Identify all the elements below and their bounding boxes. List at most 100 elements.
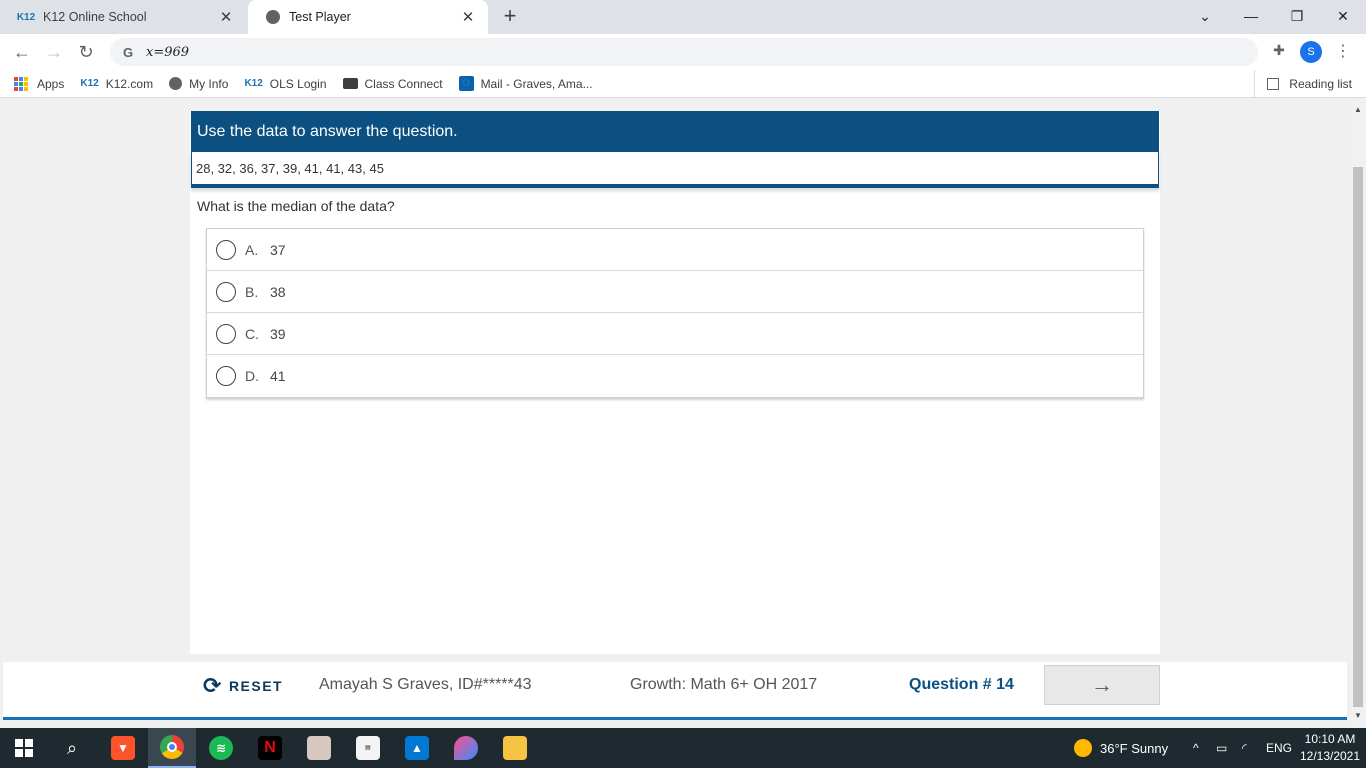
folder-icon	[503, 736, 527, 760]
reload-icon[interactable]: ↻	[74, 40, 98, 64]
bookmark-label: Mail - Graves, Ama...	[480, 76, 593, 91]
reading-list-label: Reading list	[1289, 77, 1352, 91]
choice-d[interactable]: D. 41	[207, 355, 1143, 397]
search-button[interactable]: ⌕	[48, 728, 96, 768]
reset-refresh-icon: ⟳	[203, 673, 223, 698]
taskbar-netflix[interactable]: N	[246, 728, 294, 768]
minimize-button[interactable]: —	[1228, 0, 1274, 32]
tab-search-chevron-icon[interactable]: ⌄	[1182, 0, 1228, 32]
back-arrow-icon[interactable]: ←	[10, 40, 34, 64]
language-indicator[interactable]: ENG	[1266, 728, 1292, 768]
tab-title: K12 Online School	[43, 10, 147, 24]
google-icon: G	[122, 44, 134, 60]
weather-widget[interactable]: 36°F Sunny	[1074, 728, 1168, 768]
start-button[interactable]	[0, 728, 48, 768]
bookmark-class-connect[interactable]: Class Connect	[342, 76, 443, 91]
choice-value: 39	[270, 325, 286, 342]
restore-button[interactable]: ❐	[1274, 0, 1320, 32]
arrow-right-icon: →	[1091, 672, 1113, 697]
tab-close-icon[interactable]: ✕	[218, 8, 234, 26]
tab-test-player[interactable]: Test Player ✕	[248, 0, 488, 34]
choice-letter: D.	[245, 368, 259, 384]
scroll-up-arrow-icon[interactable]: ▲	[1350, 105, 1366, 114]
chrome-icon	[160, 735, 184, 759]
kebab-menu-icon[interactable]: ⋮	[1335, 41, 1351, 63]
search-icon: ⌕	[66, 737, 78, 758]
choice-letter: C.	[245, 325, 259, 342]
choice-value: 41	[270, 368, 286, 384]
reading-list-button[interactable]: Reading list	[1254, 70, 1352, 98]
bookmark-label: OLS Login	[269, 76, 327, 91]
choice-b[interactable]: B. 38	[207, 271, 1143, 313]
radio-button[interactable]	[216, 323, 236, 344]
stimulus-header: Use the data to answer the question.	[191, 111, 1159, 152]
scroll-down-arrow-icon[interactable]: ▼	[1350, 711, 1366, 720]
bookmark-mail[interactable]: O Mail - Graves, Ama...	[458, 76, 593, 91]
bookmark-ols-login[interactable]: K12 OLS Login	[244, 77, 326, 91]
reading-list-icon	[1267, 78, 1280, 90]
radio-button[interactable]	[216, 239, 236, 260]
next-question-button[interactable]: →	[1044, 665, 1160, 705]
taskbar-paint[interactable]	[442, 728, 490, 768]
anime-avatar-icon	[307, 736, 331, 760]
address-bar[interactable]: G x=969	[110, 38, 1258, 66]
choice-a[interactable]: A. 37	[207, 229, 1143, 271]
new-tab-button[interactable]: +	[498, 5, 522, 29]
choice-value: 38	[270, 283, 286, 300]
taskbar-brave[interactable]: ▼	[99, 728, 147, 768]
system-clock[interactable]: 10:10 AM 12/13/2021	[1298, 731, 1362, 765]
photos-icon: ▲	[405, 736, 429, 760]
choice-letter: B.	[245, 283, 259, 300]
bookmark-my-info[interactable]: My Info	[169, 77, 228, 91]
page-scrollbar[interactable]: ▲ ▼	[1350, 99, 1366, 729]
scrollbar-thumb[interactable]	[1353, 167, 1363, 707]
tab-title: Test Player	[289, 10, 351, 24]
taskbar-chrome[interactable]	[148, 728, 196, 768]
taskbar-spotify[interactable]: ≋	[197, 728, 245, 768]
test-name: Growth: Math 6+ OH 2017	[630, 676, 818, 693]
globe-icon	[169, 77, 183, 90]
address-url[interactable]: x=969	[146, 45, 189, 60]
choice-c[interactable]: C. 39	[207, 313, 1143, 355]
tray-overflow-chevron-icon[interactable]: ^	[1193, 728, 1199, 768]
radio-button[interactable]	[216, 281, 236, 302]
reset-label: RESET	[228, 678, 284, 694]
extensions-puzzle-icon[interactable]: ✚	[1270, 42, 1288, 60]
sun-icon	[1074, 739, 1092, 757]
netflix-icon: N	[258, 736, 282, 760]
forward-arrow-icon[interactable]: →	[42, 40, 66, 64]
bookmark-label: K12.com	[105, 76, 154, 91]
radio-button[interactable]	[216, 366, 236, 386]
battery-icon[interactable]: ▭	[1216, 728, 1227, 768]
bookmark-apps[interactable]: Apps	[14, 76, 64, 91]
brave-browser-icon: ▼	[111, 736, 135, 760]
bookmark-label: My Info	[189, 76, 229, 91]
question-number: Question # 14	[909, 676, 1014, 693]
k12-favicon-icon: K12	[244, 78, 263, 89]
bookmarks-bar: Apps K12 K12.com My Info K12 OLS Login C…	[0, 70, 1366, 98]
bookmark-k12com[interactable]: K12 K12.com	[80, 77, 153, 91]
tab-k12-online-school[interactable]: K12 K12 Online School ✕	[0, 0, 246, 34]
bookmark-label: Class Connect	[364, 76, 443, 91]
taskbar-terms-of-use[interactable]: ▤	[344, 728, 392, 768]
taskbar-anime-app[interactable]	[295, 728, 343, 768]
terms-of-use-icon: ▤	[356, 736, 380, 760]
clock-time: 10:10 AM	[1304, 732, 1356, 746]
tab-close-icon[interactable]: ✕	[460, 8, 476, 26]
video-camera-icon	[342, 78, 358, 89]
wifi-icon[interactable]: ◜	[1242, 728, 1247, 768]
paint-drop-icon	[454, 736, 478, 760]
globe-icon	[266, 10, 280, 24]
reset-button[interactable]: ⟳ RESET	[203, 673, 284, 698]
clock-date: 12/13/2021	[1299, 749, 1361, 763]
windows-logo-icon	[15, 739, 33, 757]
k12-favicon-icon: K12	[16, 11, 36, 23]
stimulus-data: 28, 32, 36, 37, 39, 41, 41, 43, 45	[191, 152, 1159, 188]
profile-avatar[interactable]: S	[1300, 41, 1322, 63]
apps-grid-icon	[14, 76, 28, 91]
taskbar-photos[interactable]: ▲	[393, 728, 441, 768]
window-close-button[interactable]: ✕	[1320, 0, 1366, 32]
weather-text: 36°F Sunny	[1100, 740, 1169, 756]
taskbar-file-explorer[interactable]	[491, 728, 539, 768]
student-info: Amayah S Graves, ID#*****43	[319, 676, 532, 693]
